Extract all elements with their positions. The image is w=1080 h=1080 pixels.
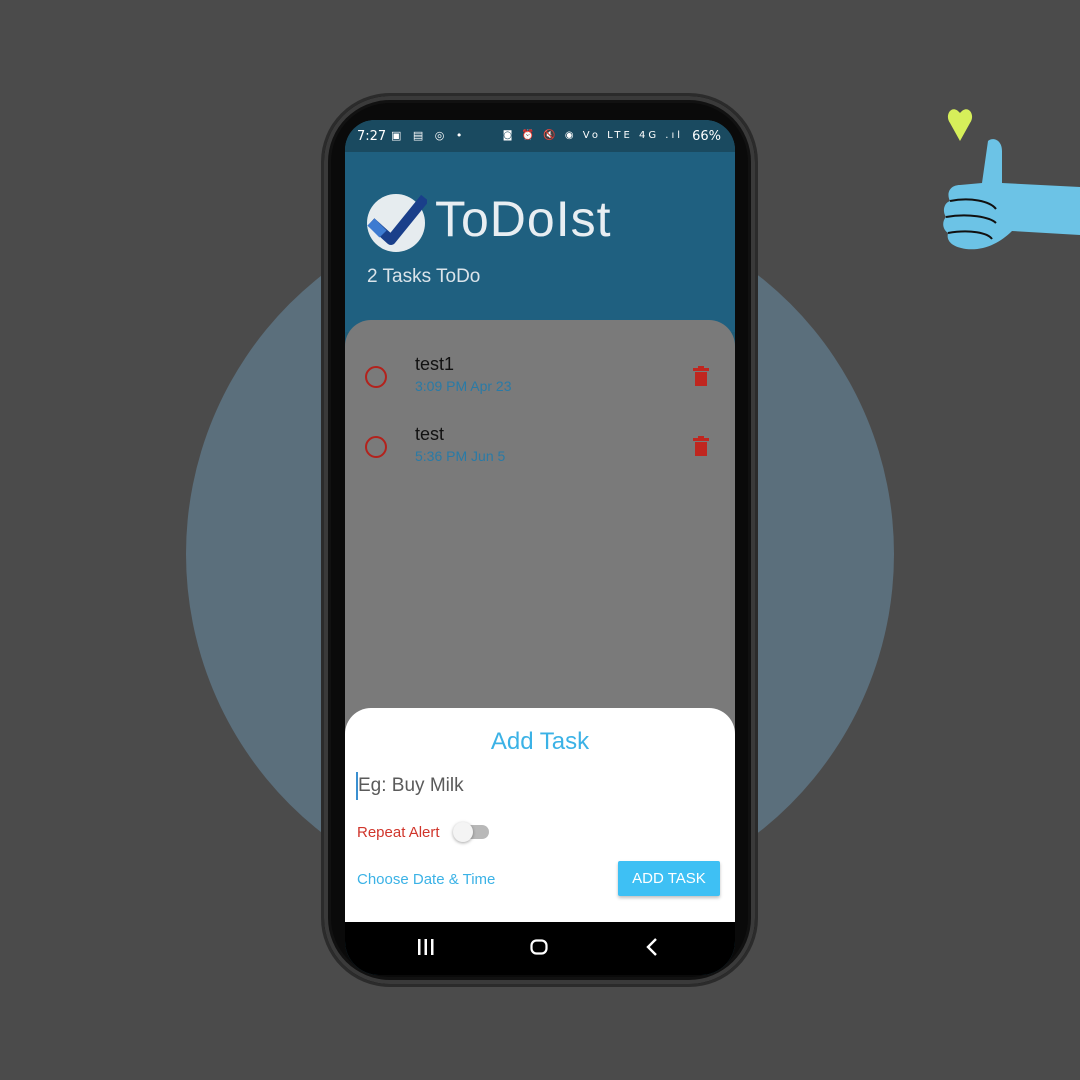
task-checkbox[interactable] bbox=[365, 366, 387, 388]
app-screen: 7:27 ▣ ▤ ◎ • ◙ ⏰ 🔇 ◉ Vo LTE 4G .ıl 66% T… bbox=[345, 120, 735, 975]
status-bar: 7:27 ▣ ▤ ◎ • ◙ ⏰ 🔇 ◉ Vo LTE 4G .ıl 66% bbox=[345, 120, 735, 152]
check-circle-icon bbox=[367, 194, 427, 252]
system-icons: ◙ ⏰ 🔇 ◉ Vo LTE 4G .ıl bbox=[502, 130, 683, 141]
repeat-alert-toggle[interactable] bbox=[453, 822, 489, 842]
list-item[interactable]: test 5:36 PM Jun 5 bbox=[345, 424, 735, 480]
battery-level: 66% bbox=[692, 129, 721, 144]
list-item[interactable]: test1 3:09 PM Apr 23 bbox=[345, 354, 735, 410]
sheet-title: Add Task bbox=[490, 728, 590, 755]
thumbs-up-icon bbox=[943, 109, 1080, 250]
recents-icon[interactable] bbox=[417, 939, 435, 955]
home-icon[interactable] bbox=[530, 939, 548, 955]
trash-icon[interactable] bbox=[693, 436, 709, 456]
app-header: ToDoIst 2 Tasks ToDo bbox=[345, 152, 735, 332]
task-count: 2 Tasks ToDo bbox=[367, 266, 481, 287]
add-task-button[interactable]: ADD TASK bbox=[618, 861, 720, 896]
app-title: ToDoIst bbox=[435, 191, 612, 247]
trash-icon[interactable] bbox=[693, 366, 709, 386]
task-title: test bbox=[415, 424, 445, 444]
task-datetime: 5:36 PM Jun 5 bbox=[415, 448, 506, 464]
choose-date-time-link[interactable]: Choose Date & Time bbox=[357, 871, 495, 888]
back-icon[interactable] bbox=[645, 938, 659, 956]
task-name-input[interactable] bbox=[356, 772, 718, 800]
status-time: 7:27 bbox=[357, 129, 387, 144]
navigation-bar bbox=[345, 922, 735, 975]
notification-icons: ▣ ▤ ◎ • bbox=[391, 129, 467, 142]
add-task-sheet: Add Task Repeat Alert Choose Date & Time… bbox=[345, 708, 735, 922]
heart-icon bbox=[947, 109, 973, 141]
toggle-knob bbox=[453, 822, 473, 842]
repeat-alert-label: Repeat Alert bbox=[357, 824, 440, 841]
task-title: test1 bbox=[415, 354, 455, 374]
task-datetime: 3:09 PM Apr 23 bbox=[415, 378, 512, 394]
task-checkbox[interactable] bbox=[365, 436, 387, 458]
